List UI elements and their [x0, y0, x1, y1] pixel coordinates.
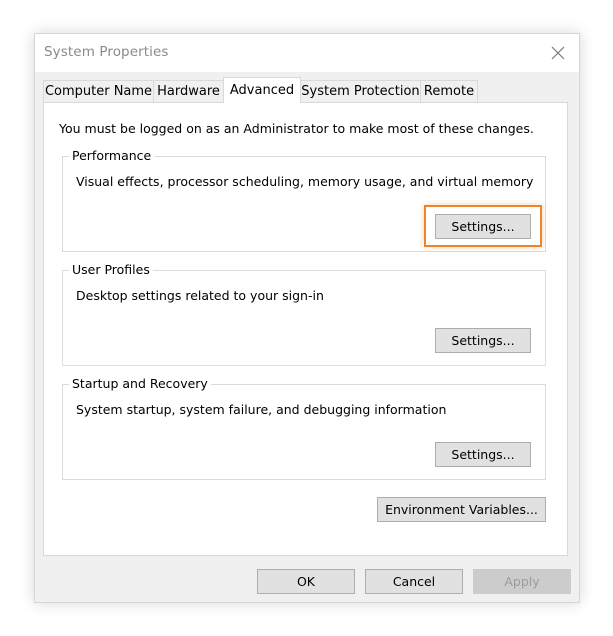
startup-recovery-description: System startup, system failure, and debu…: [76, 402, 447, 417]
close-icon: [551, 46, 565, 60]
title-bar: System Properties: [35, 34, 579, 72]
startup-recovery-settings-button[interactable]: Settings...: [435, 442, 531, 467]
user-profiles-label: User Profiles: [69, 262, 153, 277]
user-profiles-settings-button[interactable]: Settings...: [435, 328, 531, 353]
tab-computer-name[interactable]: Computer Name: [43, 80, 154, 102]
apply-button[interactable]: Apply: [473, 569, 571, 594]
tab-hardware[interactable]: Hardware: [153, 80, 224, 102]
tab-remote[interactable]: Remote: [420, 80, 478, 102]
admin-notice: You must be logged on as an Administrato…: [59, 121, 534, 136]
system-properties-window: System Properties Computer Name Hardware…: [34, 33, 580, 603]
environment-variables-button[interactable]: Environment Variables...: [377, 497, 546, 522]
ok-button[interactable]: OK: [257, 569, 355, 594]
startup-recovery-group: Startup and Recovery System startup, sys…: [62, 376, 546, 480]
tab-advanced[interactable]: Advanced: [223, 77, 301, 103]
performance-settings-button[interactable]: Settings...: [435, 214, 531, 239]
tab-system-protection[interactable]: System Protection: [300, 80, 421, 102]
cancel-button[interactable]: Cancel: [365, 569, 463, 594]
user-profiles-group: User Profiles Desktop settings related t…: [62, 262, 546, 366]
performance-description: Visual effects, processor scheduling, me…: [76, 174, 534, 189]
window-title: System Properties: [44, 44, 169, 60]
performance-group: Performance Visual effects, processor sc…: [62, 148, 546, 252]
user-profiles-description: Desktop settings related to your sign-in: [76, 288, 324, 303]
close-button[interactable]: [537, 34, 579, 72]
startup-recovery-label: Startup and Recovery: [69, 376, 211, 391]
performance-label: Performance: [69, 148, 155, 163]
